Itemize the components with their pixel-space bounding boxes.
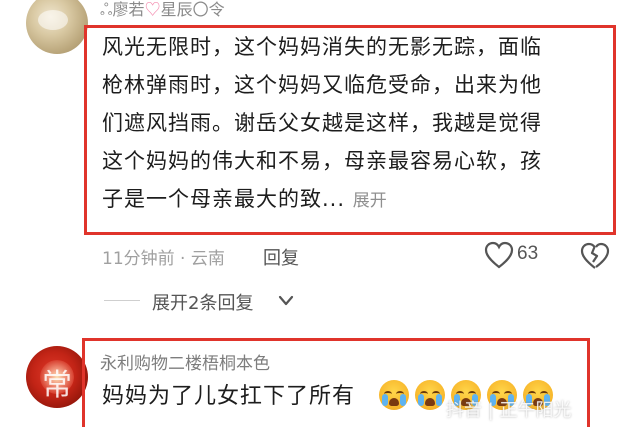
broken-heart-icon[interactable] — [580, 241, 610, 271]
heart-like-icon[interactable] — [484, 241, 514, 269]
avatar-glyph: 常 — [42, 368, 72, 403]
replies-divider — [104, 300, 140, 301]
comment-line: 这个妈妈的伟大和不易，母亲最容易心软，孩 — [102, 149, 542, 173]
user-avatar[interactable]: 常 — [26, 346, 88, 408]
like-count: 63 — [517, 243, 539, 264]
comment-line: 枪林弹雨时，这个妈妈又临危受命，出来为他 — [102, 73, 542, 97]
comment-body: 妈妈为了儿女扛下了所有 — [102, 384, 356, 409]
reply-button[interactable]: 回复 — [263, 244, 299, 270]
comment-body: 风光无限时，这个妈妈消失的无影无踪，面临 枪林弹雨时，这个妈妈又临危受命，出来为… — [102, 28, 606, 220]
comment-line: 风光无限时，这个妈妈消失的无影无踪，面临 — [102, 35, 542, 59]
crying-face-icon — [379, 380, 409, 410]
watermark-text: 抖音 | 正午阳光 — [446, 400, 572, 421]
comment-line-last: 子是一个母亲最大的致... 展开 — [102, 180, 606, 220]
comment-line-text: 子是一个母亲最大的致... — [102, 187, 346, 211]
user-avatar[interactable] — [26, 0, 88, 54]
expand-replies-button[interactable]: 展开2条回复 — [152, 289, 253, 315]
comment-username[interactable]: ஃ廖若♡星辰〇令 — [100, 0, 225, 21]
username-text: ஃ廖若 — [100, 2, 145, 19]
comment-line: 们遮风挡雨。谢岳父女越是这样，我越是觉得 — [102, 111, 542, 135]
chevron-down-icon[interactable] — [277, 293, 295, 309]
crying-face-icon — [415, 380, 445, 410]
heart-icon: ♡ — [144, 2, 161, 19]
comment-meta: 11分钟前 · 云南 — [102, 249, 225, 269]
expand-text-link[interactable]: 展开 — [353, 191, 387, 211]
username-suffix: 星辰〇令 — [160, 2, 225, 19]
